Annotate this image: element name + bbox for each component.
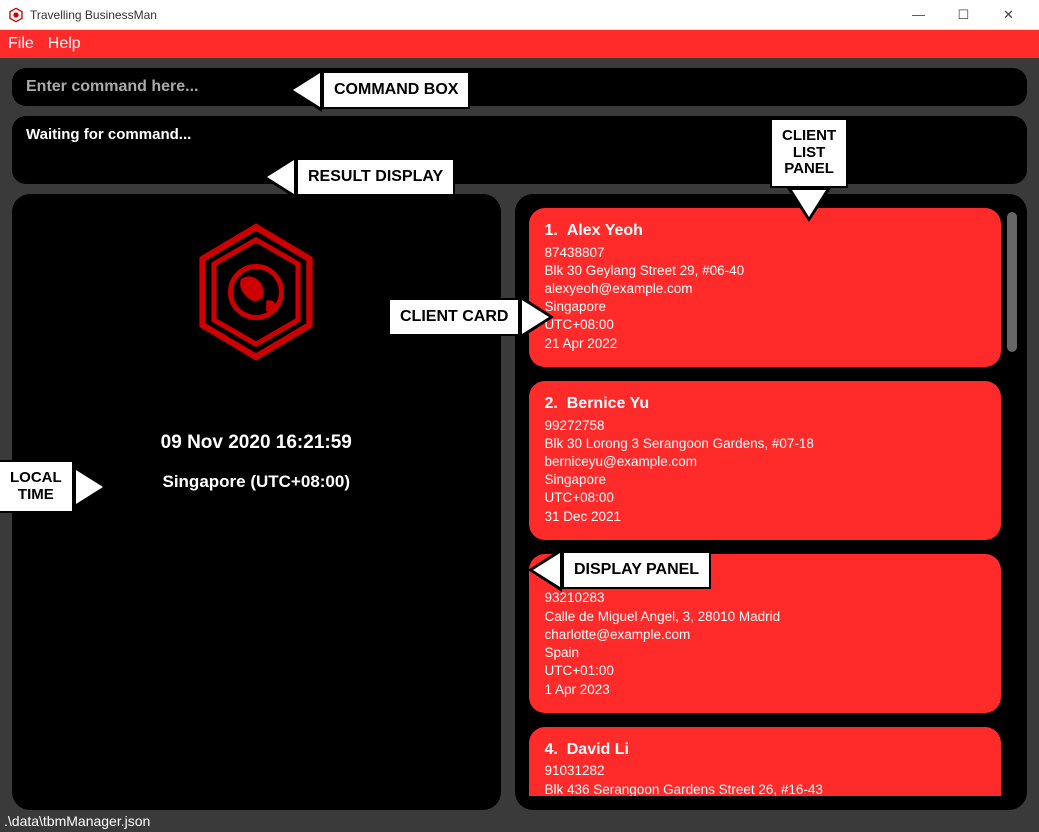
titlebar: Travelling BusinessMan — ☐ ✕ [0, 0, 1039, 30]
client-card[interactable]: 2. Bernice Yu 99272758 Blk 30 Lorong 3 S… [529, 381, 1002, 540]
client-list-panel: 1. Alex Yeoh 87438807 Blk 30 Geylang Str… [515, 194, 1028, 810]
callout-label: CLIENT LIST PANEL [770, 118, 848, 188]
main-panels: 09 Nov 2020 16:21:59 Singapore (UTC+08:0… [12, 194, 1027, 810]
client-date: 21 Apr 2022 [545, 335, 986, 353]
client-scroll: 1. Alex Yeoh 87438807 Blk 30 Geylang Str… [529, 208, 1002, 796]
content-area: Enter command here... Waiting for comman… [0, 58, 1039, 810]
status-path: .\data\tbmManager.json [4, 813, 150, 829]
client-date: 31 Dec 2021 [545, 508, 986, 526]
window-title: Travelling BusinessMan [30, 8, 896, 22]
local-timezone: Singapore (UTC+08:00) [162, 472, 350, 492]
callout-label: COMMAND BOX [322, 71, 470, 109]
local-time: 09 Nov 2020 16:21:59 [161, 432, 352, 454]
arrow-left-icon [528, 548, 562, 592]
client-country: Spain [545, 644, 986, 662]
arrow-left-icon [288, 68, 322, 112]
callout-label: DISPLAY PANEL [562, 551, 711, 589]
callout-local-time: LOCAL TIME [0, 460, 108, 513]
arrow-right-icon [520, 295, 554, 339]
client-tz: UTC+08:00 [545, 489, 986, 507]
client-name: 2. Bernice Yu [545, 393, 986, 415]
command-input[interactable]: Enter command here... [12, 68, 1027, 106]
callout-result-display: RESULT DISPLAY [262, 155, 455, 199]
menu-help[interactable]: Help [48, 35, 81, 53]
client-tz: UTC+08:00 [545, 316, 986, 334]
window-controls: — ☐ ✕ [896, 1, 1031, 29]
client-card[interactable]: 4. David Li 91031282 Blk 436 Serangoon G… [529, 727, 1002, 796]
callout-command-box: COMMAND BOX [288, 68, 470, 112]
client-phone: 99272758 [545, 417, 986, 435]
arrow-down-icon [787, 188, 831, 222]
client-country: Singapore [545, 471, 986, 489]
status-bar: .\data\tbmManager.json [0, 810, 1039, 832]
client-tz: UTC+01:00 [545, 662, 986, 680]
client-name: 4. David Li [545, 739, 986, 761]
minimize-button[interactable]: — [896, 1, 941, 29]
callout-client-list-panel: CLIENT LIST PANEL [770, 118, 848, 222]
client-email: charlotte@example.com [545, 626, 986, 644]
menubar: File Help [0, 30, 1039, 58]
app-icon [8, 7, 24, 23]
client-address: Calle de Miguel Angel, 3, 28010 Madrid [545, 608, 986, 626]
arrow-right-icon [74, 465, 108, 509]
client-address: Blk 30 Geylang Street 29, #06-40 [545, 262, 986, 280]
client-name: 1. Alex Yeoh [545, 220, 986, 242]
client-address: Blk 30 Lorong 3 Serangoon Gardens, #07-1… [545, 435, 986, 453]
globe-icon [191, 222, 321, 362]
client-phone: 93210283 [545, 589, 986, 607]
client-date: 1 Apr 2023 [545, 681, 986, 699]
menu-file[interactable]: File [8, 35, 34, 53]
client-email: berniceyu@example.com [545, 453, 986, 471]
callout-display-panel: DISPLAY PANEL [528, 548, 711, 592]
scrollbar[interactable] [1007, 212, 1017, 352]
close-button[interactable]: ✕ [986, 1, 1031, 29]
callout-label: RESULT DISPLAY [296, 158, 455, 196]
arrow-left-icon [262, 155, 296, 199]
callout-label: LOCAL TIME [0, 460, 74, 513]
maximize-button[interactable]: ☐ [941, 1, 986, 29]
client-country: Singapore [545, 298, 986, 316]
client-phone: 87438807 [545, 244, 986, 262]
client-card[interactable]: 1. Alex Yeoh 87438807 Blk 30 Geylang Str… [529, 208, 1002, 367]
client-phone: 91031282 [545, 762, 986, 780]
callout-label: CLIENT CARD [388, 298, 520, 336]
callout-client-card: CLIENT CARD [388, 295, 554, 339]
result-text: Waiting for command... [26, 126, 191, 143]
client-email: alexyeoh@example.com [545, 280, 986, 298]
result-display: Waiting for command... [12, 116, 1027, 184]
client-address: Blk 436 Serangoon Gardens Street 26, #16… [545, 781, 986, 796]
command-placeholder: Enter command here... [26, 78, 199, 96]
